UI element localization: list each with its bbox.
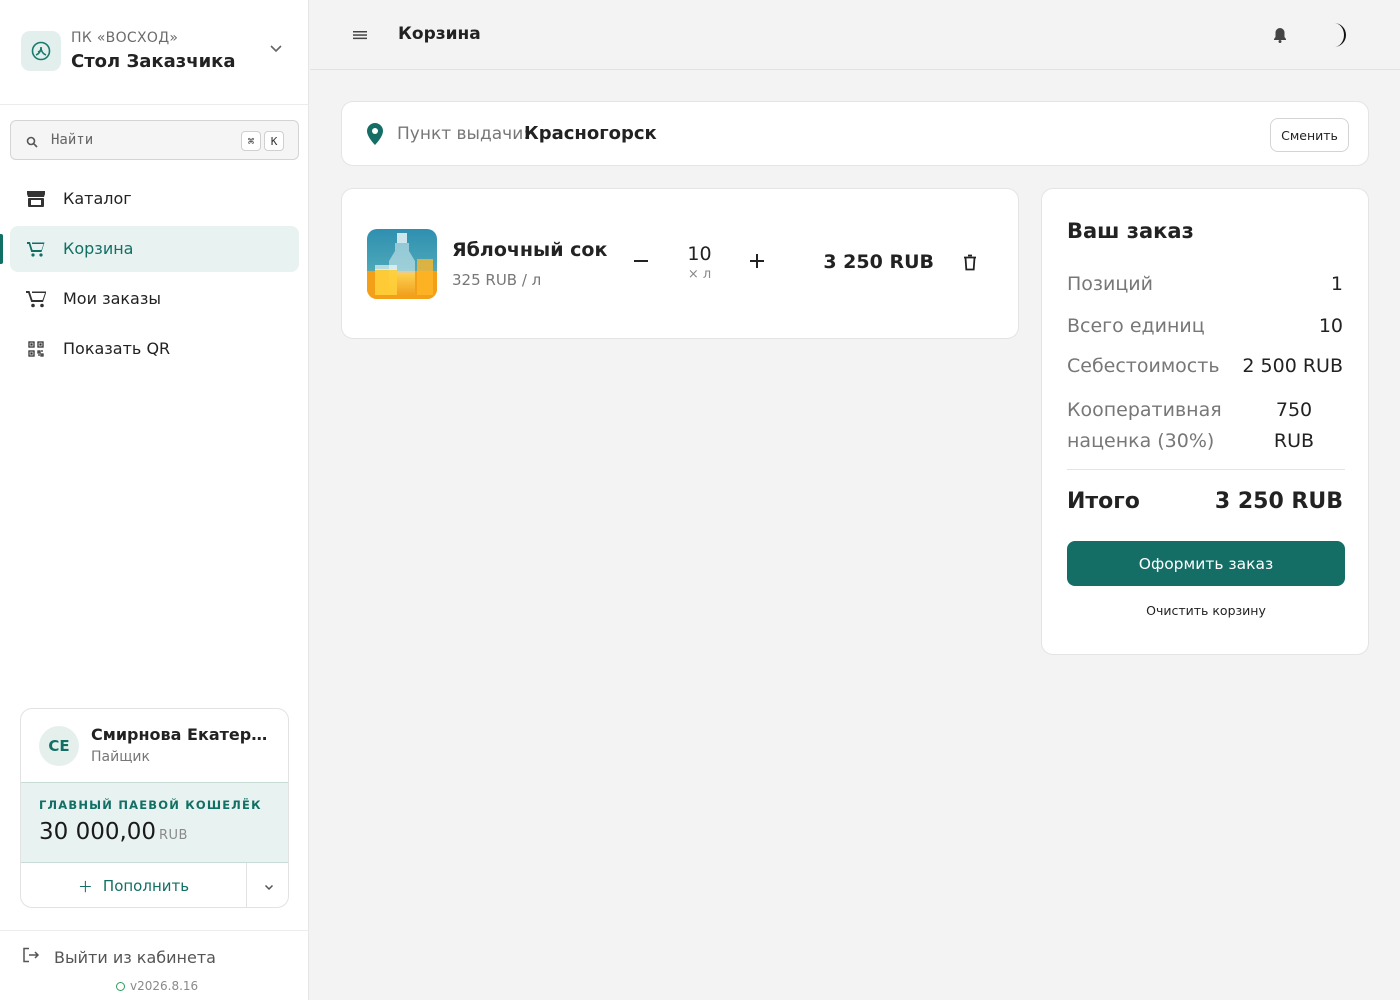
- summary-positions-label: Позиций: [1067, 273, 1153, 295]
- moon-icon[interactable]: [1326, 21, 1354, 49]
- sidebar-item-show-qr[interactable]: Показать QR: [10, 326, 299, 372]
- cart-icon: [26, 290, 46, 308]
- change-pickup-button[interactable]: Сменить: [1270, 118, 1349, 152]
- wallet-amount: 30 000,00: [39, 819, 157, 845]
- trash-icon[interactable]: [960, 251, 980, 273]
- org-subtitle: ПК «ВОСХОД»: [71, 30, 179, 46]
- location-pin-icon: [365, 122, 385, 146]
- summary-total-value: 3 250 RUB: [1214, 489, 1343, 514]
- shortcut-cmd-key: ⌘: [241, 131, 261, 151]
- summary-cost-value: 2 500 RUB: [1242, 355, 1343, 377]
- status-dot-icon: [116, 981, 125, 991]
- quantity-value[interactable]: 10: [672, 243, 727, 265]
- pickup-label: Пункт выдачи:: [397, 124, 529, 144]
- summary-divider: [1067, 469, 1345, 470]
- checkout-button[interactable]: Оформить заказ: [1067, 541, 1345, 586]
- quantity-unit: × л: [687, 267, 712, 282]
- user-name: Смирнова Екатерина: [91, 725, 276, 744]
- pickup-city: Красногорск: [524, 123, 657, 144]
- item-total: 3 250 RUB: [823, 251, 934, 273]
- clear-cart-button[interactable]: Очистить корзину: [1067, 603, 1345, 618]
- order-summary-card: Ваш заказ Позиций 1 Всего единиц 10 Себе…: [1041, 188, 1369, 655]
- topbar: Корзина: [310, 0, 1400, 70]
- decrease-quantity-button[interactable]: [627, 247, 655, 275]
- product-unit-price: 325 RUB / л: [452, 271, 542, 289]
- sidebar-item-label: Корзина: [63, 239, 134, 258]
- sidebar: ПК «ВОСХОД» Стол Заказчика ⌘ K Каталог К…: [0, 0, 309, 1000]
- active-nav-indicator: [0, 234, 3, 264]
- summary-units-label: Всего единиц: [1067, 315, 1205, 337]
- increase-quantity-button[interactable]: [743, 247, 771, 275]
- cart-icon: [26, 240, 46, 258]
- search-box[interactable]: ⌘ K: [10, 120, 299, 160]
- summary-title: Ваш заказ: [1067, 219, 1194, 243]
- wallet-panel: ГЛАВНЫЙ ПАЕВОЙ КОШЕЛЁК 30 000,00 RUB: [21, 782, 288, 863]
- sidebar-item-catalog[interactable]: Каталог: [10, 176, 299, 222]
- user-card: СЕ Смирнова Екатерина Пайщик ГЛАВНЫЙ ПАЕ…: [20, 708, 289, 908]
- product-image: [367, 229, 437, 299]
- menu-icon[interactable]: [350, 25, 370, 45]
- summary-units-value: 10: [1318, 315, 1343, 337]
- summary-markup-value: 750 RUB: [1273, 399, 1315, 452]
- plus-icon: ＋: [77, 877, 93, 896]
- logout-button[interactable]: Выйти из кабинета: [22, 947, 216, 967]
- cart-items-card: Яблочный сок 325 RUB / л 10 × л 3 250 RU…: [341, 188, 1019, 339]
- summary-positions-value: 1: [1330, 273, 1343, 295]
- chevron-down-icon[interactable]: [266, 38, 286, 58]
- topup-label: Пополнить: [102, 877, 190, 895]
- search-input[interactable]: [51, 129, 236, 151]
- user-role: Пайщик: [91, 749, 150, 765]
- logout-icon: [22, 947, 40, 967]
- page-title: Корзина: [398, 24, 481, 44]
- store-icon: [26, 190, 46, 208]
- sidebar-footer: Выйти из кабинета v2026.8.16: [0, 930, 309, 1000]
- chevron-down-icon: [264, 877, 274, 896]
- summary-cost-label: Себестоимость: [1067, 355, 1220, 377]
- sidebar-item-cart[interactable]: Корзина: [10, 226, 299, 272]
- org-title: Стол Заказчика: [71, 51, 236, 72]
- logout-label: Выйти из кабинета: [54, 947, 216, 967]
- summary-total-label: Итого: [1067, 489, 1140, 514]
- bell-icon[interactable]: [1270, 25, 1290, 45]
- product-name[interactable]: Яблочный сок: [452, 239, 607, 261]
- wallet-currency: RUB: [159, 828, 188, 843]
- org-switcher[interactable]: ПК «ВОСХОД» Стол Заказчика: [0, 0, 309, 105]
- sidebar-item-orders[interactable]: Мои заказы: [10, 276, 299, 322]
- qr-icon: [26, 340, 46, 358]
- pickup-point-card: Пункт выдачи: Красногорск Сменить: [341, 101, 1369, 166]
- avatar[interactable]: СЕ: [39, 726, 79, 766]
- topup-button[interactable]: ＋ Пополнить: [21, 863, 246, 907]
- org-logo-icon: [21, 31, 61, 71]
- search-icon: [26, 133, 40, 148]
- sidebar-item-label: Каталог: [63, 189, 132, 208]
- summary-markup-label: Кооперативная наценка (30%): [1067, 399, 1222, 452]
- sidebar-item-label: Мои заказы: [63, 289, 161, 308]
- app-version: v2026.8.16: [116, 979, 198, 993]
- shortcut-k-key: K: [264, 131, 284, 151]
- sidebar-item-label: Показать QR: [63, 339, 171, 358]
- topup-options-button[interactable]: [246, 863, 288, 907]
- wallet-label: ГЛАВНЫЙ ПАЕВОЙ КОШЕЛЁК: [39, 798, 262, 812]
- version-label: v2026.8.16: [130, 979, 199, 993]
